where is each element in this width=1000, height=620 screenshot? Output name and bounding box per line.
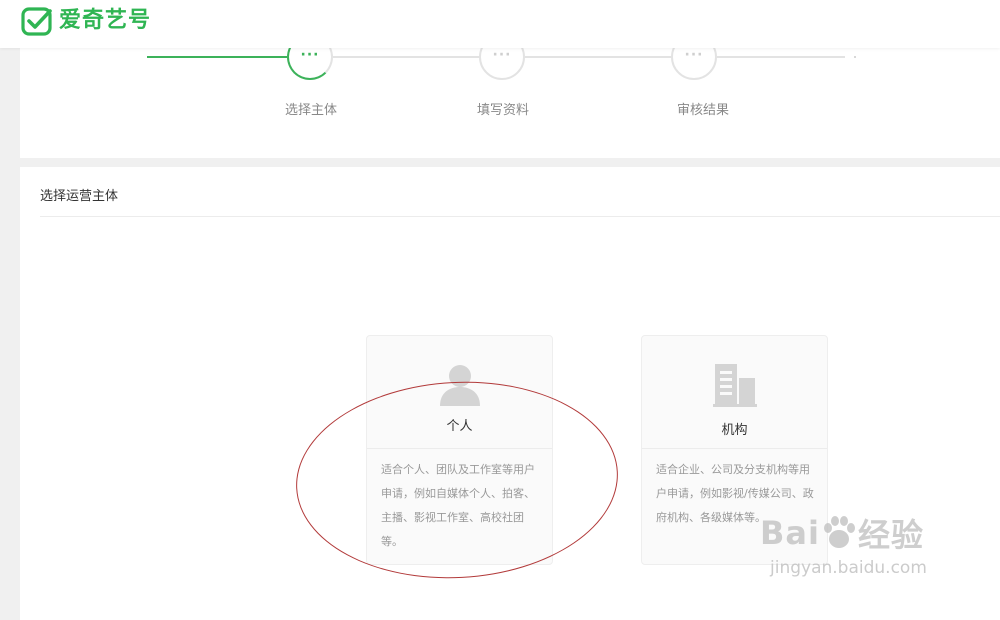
top-header: 爱奇艺号 bbox=[0, 0, 1000, 48]
step-2-marker: ··· bbox=[492, 47, 512, 63]
step-line-end bbox=[854, 56, 856, 58]
step-3-marker: ··· bbox=[684, 47, 704, 63]
brand-name: 爱奇艺号 bbox=[59, 8, 152, 33]
card-header: 个人 bbox=[367, 336, 552, 449]
section-title: 选择运营主体 bbox=[40, 189, 119, 204]
step-line bbox=[717, 56, 845, 58]
step-1-marker: ··· bbox=[300, 47, 320, 63]
brand-logo[interactable]: 爱奇艺号 bbox=[20, 4, 151, 38]
section-divider bbox=[40, 216, 1000, 217]
option-description-organization: 适合企业、公司及分支机构等用户申请，例如影视/传媒公司、政府机构、各级媒体等。 bbox=[656, 463, 814, 524]
option-description-personal: 适合个人、团队及工作室等用户申请，例如自媒体个人、拍客、主播、影视工作室、高校社… bbox=[381, 463, 535, 548]
step-line bbox=[525, 56, 673, 58]
logo-check-icon bbox=[21, 7, 52, 36]
step-3-label: 审核结果 bbox=[676, 103, 729, 118]
person-icon bbox=[439, 365, 480, 406]
step-1-label: 选择主体 bbox=[284, 103, 337, 118]
step-line-completed bbox=[147, 56, 287, 58]
card-header: 机构 bbox=[642, 336, 827, 449]
building-icon bbox=[712, 364, 757, 407]
step-line bbox=[333, 56, 481, 58]
step-2-label: 填写资料 bbox=[476, 103, 529, 118]
page-background-strip bbox=[0, 48, 20, 620]
option-title-organization: 机构 bbox=[721, 423, 748, 438]
option-card-personal[interactable]: 个人 适合个人、团队及工作室等用户申请，例如自媒体个人、拍客、主播、影视工作室、… bbox=[366, 335, 553, 565]
option-card-organization[interactable]: 机构 适合企业、公司及分支机构等用户申请，例如影视/传媒公司、政府机构、各级媒体… bbox=[641, 335, 828, 565]
progress-steps: ··· ··· ··· 选择主体 填写资料 审核结果 bbox=[20, 34, 1000, 158]
option-title-personal: 个人 bbox=[446, 419, 473, 434]
subject-selection-panel: 选择运营主体 个人 适合个人、团队及工作室等用户申请，例如自媒体个人、拍客、主播… bbox=[20, 167, 1000, 620]
